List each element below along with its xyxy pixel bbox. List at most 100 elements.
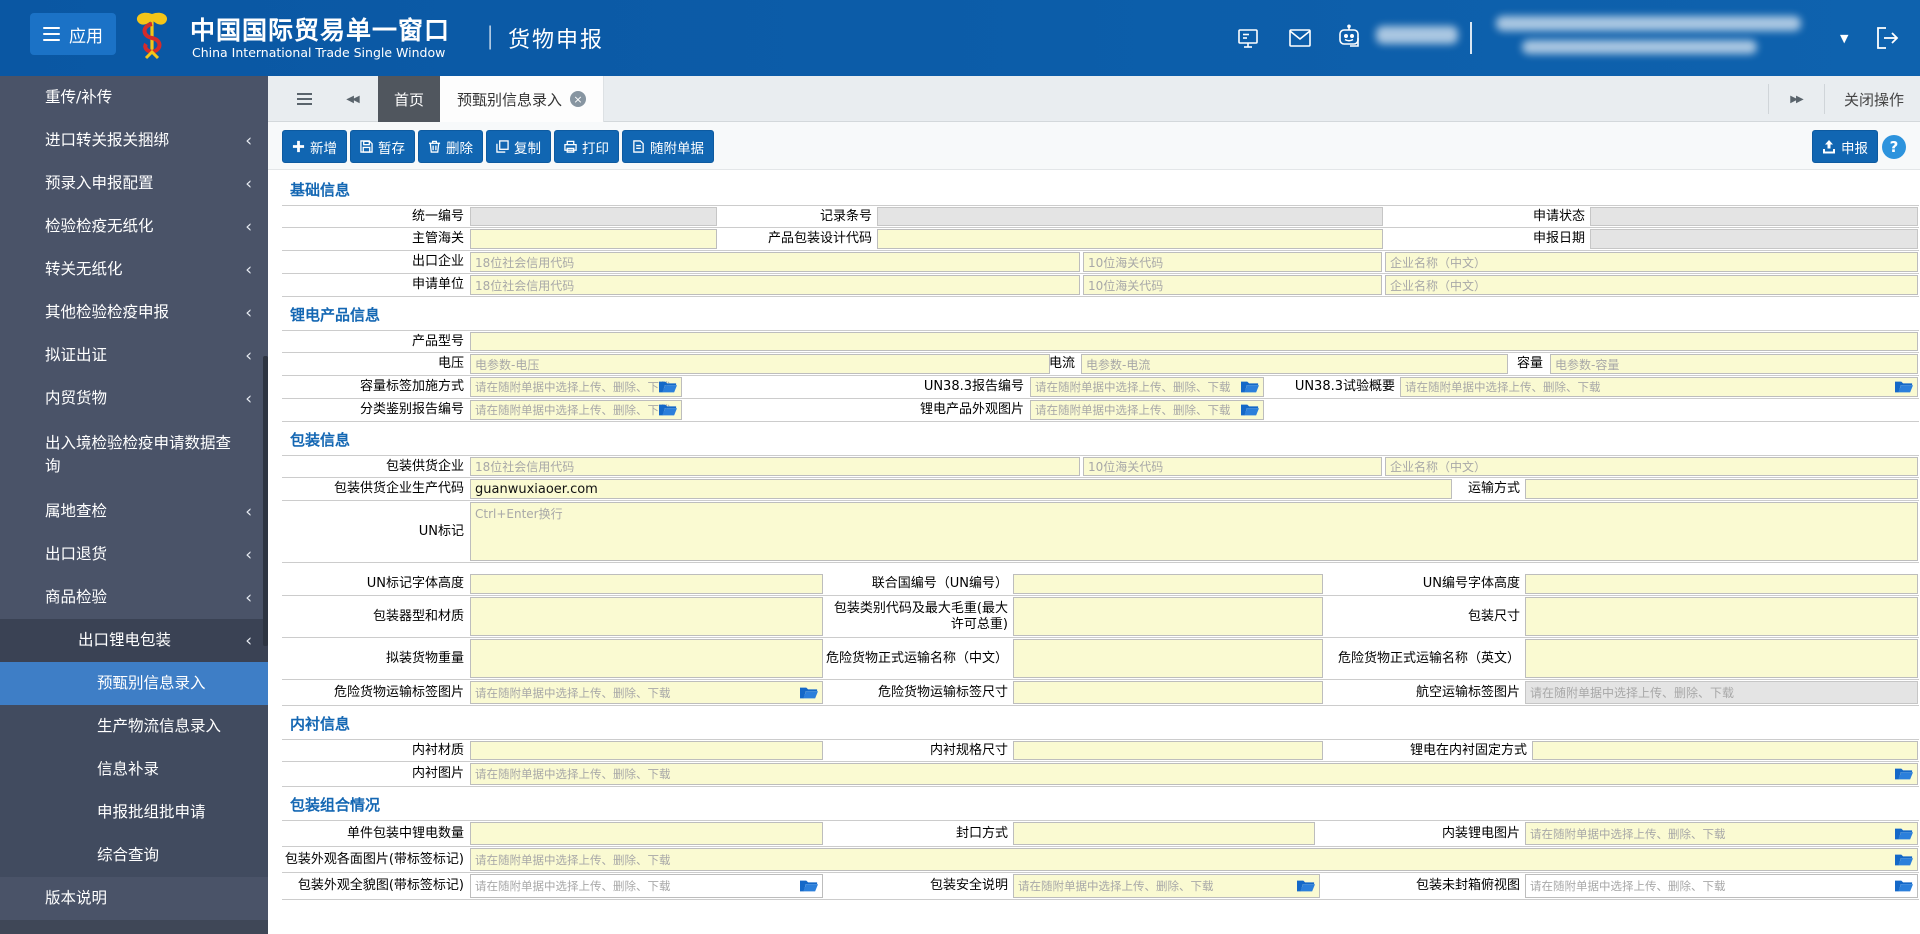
liner-size-input[interactable] bbox=[1013, 741, 1323, 760]
open-folder-icon[interactable] bbox=[1895, 827, 1913, 840]
logout-icon[interactable] bbox=[1874, 25, 1900, 51]
transport-mode-input[interactable] bbox=[1525, 479, 1918, 499]
package-design-code-input[interactable] bbox=[877, 229, 1383, 249]
exporter-credit-code-input[interactable]: 18位社会信用代码 bbox=[470, 252, 1080, 272]
open-folder-icon[interactable] bbox=[1241, 404, 1259, 417]
un-mark-input[interactable]: Ctrl+Enter换行 bbox=[470, 502, 1918, 561]
sidebar-item-other-ciq-declaration[interactable]: 其他检验检疫申报‹ bbox=[0, 291, 268, 334]
declare-date-input[interactable] bbox=[1590, 229, 1918, 249]
open-folder-icon[interactable] bbox=[1297, 880, 1315, 893]
exporter-name-input[interactable]: 企业名称（中文） bbox=[1385, 252, 1918, 272]
classification-report-no-input[interactable]: 请在随附单据中选择上传、删除、下载 bbox=[470, 400, 682, 420]
copy-button[interactable]: 复制 bbox=[486, 130, 551, 163]
save-button[interactable]: 暂存 bbox=[350, 130, 415, 163]
record-no-input[interactable] bbox=[877, 207, 1383, 226]
mail-icon[interactable] bbox=[1288, 28, 1312, 48]
sidebar-item-comprehensive-query[interactable]: 综合查询 bbox=[0, 834, 268, 877]
new-button[interactable]: 新增 bbox=[282, 130, 347, 163]
declare-button[interactable]: 申报 bbox=[1812, 130, 1878, 163]
monitor-icon[interactable] bbox=[1236, 26, 1260, 50]
psn-en-input[interactable] bbox=[1525, 639, 1918, 678]
sidebar-item-info-supplement[interactable]: 信息补录 bbox=[0, 748, 268, 791]
open-folder-icon[interactable] bbox=[659, 404, 677, 417]
user-menu-caret-icon[interactable]: ▼ bbox=[1840, 32, 1848, 45]
open-folder-icon[interactable] bbox=[1895, 381, 1913, 394]
print-button[interactable]: 打印 bbox=[554, 130, 619, 163]
air-label-photo-input[interactable]: 请在随附单据中选择上传、删除、下载 bbox=[1525, 681, 1918, 704]
liner-fix-method-input[interactable] bbox=[1532, 741, 1918, 760]
product-appearance-photo-input[interactable]: 请在随附单据中选择上传、删除、下载 bbox=[1030, 400, 1264, 420]
sidebar-item-commodity-inspection[interactable]: 商品检验‹ bbox=[0, 576, 268, 619]
sidebar-item-pre-entry-config[interactable]: 预录入申报配置‹ bbox=[0, 162, 268, 205]
sidebar-item-export-return[interactable]: 出口退货‹ bbox=[0, 533, 268, 576]
liner-material-input[interactable] bbox=[470, 741, 823, 760]
unified-no-input[interactable] bbox=[470, 207, 717, 226]
supplier-credit-code-input[interactable]: 18位社会信用代码 bbox=[470, 457, 1080, 476]
delete-button[interactable]: 删除 bbox=[418, 130, 483, 163]
inner-battery-photo-input[interactable]: 请在随附单据中选择上传、删除、下载 bbox=[1525, 822, 1918, 845]
package-unsealed-topview-input[interactable]: 请在随附单据中选择上传、删除、下载 bbox=[1525, 874, 1918, 898]
customs-input[interactable] bbox=[470, 229, 717, 249]
scroll-tabs-left-icon[interactable]: ◀◀ bbox=[334, 76, 370, 122]
open-folder-icon[interactable] bbox=[659, 381, 677, 394]
un-mark-font-height-input[interactable] bbox=[470, 574, 823, 594]
scroll-tabs-right-icon[interactable]: ▶▶ bbox=[1776, 76, 1816, 122]
tab-home[interactable]: 首页 bbox=[378, 76, 440, 122]
supplier-customs-code-input[interactable]: 10位海关代码 bbox=[1083, 457, 1382, 476]
danger-label-size-input[interactable] bbox=[1013, 681, 1323, 704]
sidebar-item-declare-batch-application[interactable]: 申报批组批申请 bbox=[0, 791, 268, 834]
applicant-name-input[interactable]: 企业名称（中文） bbox=[1385, 275, 1918, 295]
sidebar-scrollbar-thumb[interactable] bbox=[263, 356, 268, 646]
capacity-input[interactable]: 电参数-容量 bbox=[1550, 354, 1918, 374]
app-menu-button[interactable]: 应用 bbox=[30, 13, 116, 55]
sidebar-item-transit-paperless[interactable]: 转关无纸化‹ bbox=[0, 248, 268, 291]
package-category-maxweight-input[interactable] bbox=[1013, 597, 1323, 636]
open-folder-icon[interactable] bbox=[1895, 853, 1913, 866]
open-folder-icon[interactable] bbox=[800, 880, 818, 893]
tab-menu-icon[interactable] bbox=[286, 76, 322, 122]
apply-status-input[interactable] bbox=[1590, 207, 1918, 226]
package-faces-photo-input[interactable]: 请在随附单据中选择上传、删除、下载 bbox=[470, 848, 1918, 871]
supplier-name-input[interactable]: 企业名称（中文） bbox=[1385, 457, 1918, 476]
psn-cn-input[interactable] bbox=[1013, 639, 1323, 678]
sidebar-item-retransmit[interactable]: 重传/补传 bbox=[0, 76, 268, 119]
sidebar-item-version-notes[interactable]: 版本说明 bbox=[0, 877, 268, 920]
sidebar-item-pre-screening-entry[interactable]: 预甄别信息录入 bbox=[0, 662, 268, 705]
applicant-customs-code-input[interactable]: 10位海关代码 bbox=[1083, 275, 1382, 295]
supplier-production-code-input[interactable]: guanwuxiaoer.com bbox=[470, 479, 1452, 499]
exporter-customs-code-input[interactable]: 10位海关代码 bbox=[1083, 252, 1382, 272]
tab-pre-screening[interactable]: 预甄别信息录入× bbox=[440, 76, 604, 122]
applicant-credit-code-input[interactable]: 18位社会信用代码 bbox=[470, 275, 1080, 295]
danger-label-photo-input[interactable]: 请在随附单据中选择上传、删除、下载 bbox=[470, 681, 823, 704]
capacity-label-method-input[interactable]: 请在随附单据中选择上传、删除、下载 bbox=[470, 377, 682, 397]
sidebar-item-local-inspection[interactable]: 属地查检‹ bbox=[0, 490, 268, 533]
product-model-input[interactable] bbox=[470, 332, 1918, 351]
cargo-weight-input[interactable] bbox=[470, 639, 823, 678]
un-number-font-height-input[interactable] bbox=[1525, 574, 1918, 594]
open-folder-icon[interactable] bbox=[1895, 768, 1913, 781]
sidebar-item-import-transit-binding[interactable]: 进口转关报关捆绑‹ bbox=[0, 119, 268, 162]
package-safety-note-input[interactable]: 请在随附单据中选择上传、删除、下载 bbox=[1013, 874, 1320, 898]
close-operations-button[interactable]: 关闭操作 bbox=[1844, 76, 1904, 122]
package-overview-photo-input[interactable]: 请在随附单据中选择上传、删除、下载 bbox=[470, 874, 823, 898]
help-button[interactable]: ? bbox=[1882, 135, 1906, 159]
attachments-button[interactable]: 随附单据 bbox=[622, 130, 714, 163]
package-type-material-input[interactable] bbox=[470, 597, 823, 636]
package-size-input[interactable] bbox=[1525, 597, 1918, 636]
sidebar-item-label: 出口退货 bbox=[45, 543, 107, 566]
open-folder-icon[interactable] bbox=[1895, 880, 1913, 893]
un-number-input[interactable] bbox=[1013, 574, 1323, 594]
tab-close-icon[interactable]: × bbox=[570, 91, 586, 107]
seal-method-input[interactable] bbox=[1013, 822, 1315, 845]
un383-test-summary-input[interactable]: 请在随附单据中选择上传、删除、下载 bbox=[1400, 377, 1918, 397]
sidebar-item-production-logistics-entry[interactable]: 生产物流信息录入 bbox=[0, 705, 268, 748]
sidebar-item-ciq-application-query[interactable]: 出入境检验检疫申请数据查询 bbox=[0, 420, 268, 490]
battery-qty-per-package-input[interactable] bbox=[470, 822, 823, 845]
open-folder-icon[interactable] bbox=[800, 686, 818, 699]
sidebar-item-domestic-cargo[interactable]: 内贸货物‹ bbox=[0, 377, 268, 420]
sidebar-item-export-lithium-packaging[interactable]: 出口锂电包装‹ bbox=[0, 619, 268, 662]
sidebar-item-certificate-issuance[interactable]: 拟证出证‹ bbox=[0, 334, 268, 377]
robot-icon[interactable] bbox=[1336, 24, 1362, 51]
sidebar-item-ciq-paperless[interactable]: 检验检疫无纸化‹ bbox=[0, 205, 268, 248]
liner-photo-input[interactable]: 请在随附单据中选择上传、删除、下载 bbox=[470, 763, 1918, 785]
